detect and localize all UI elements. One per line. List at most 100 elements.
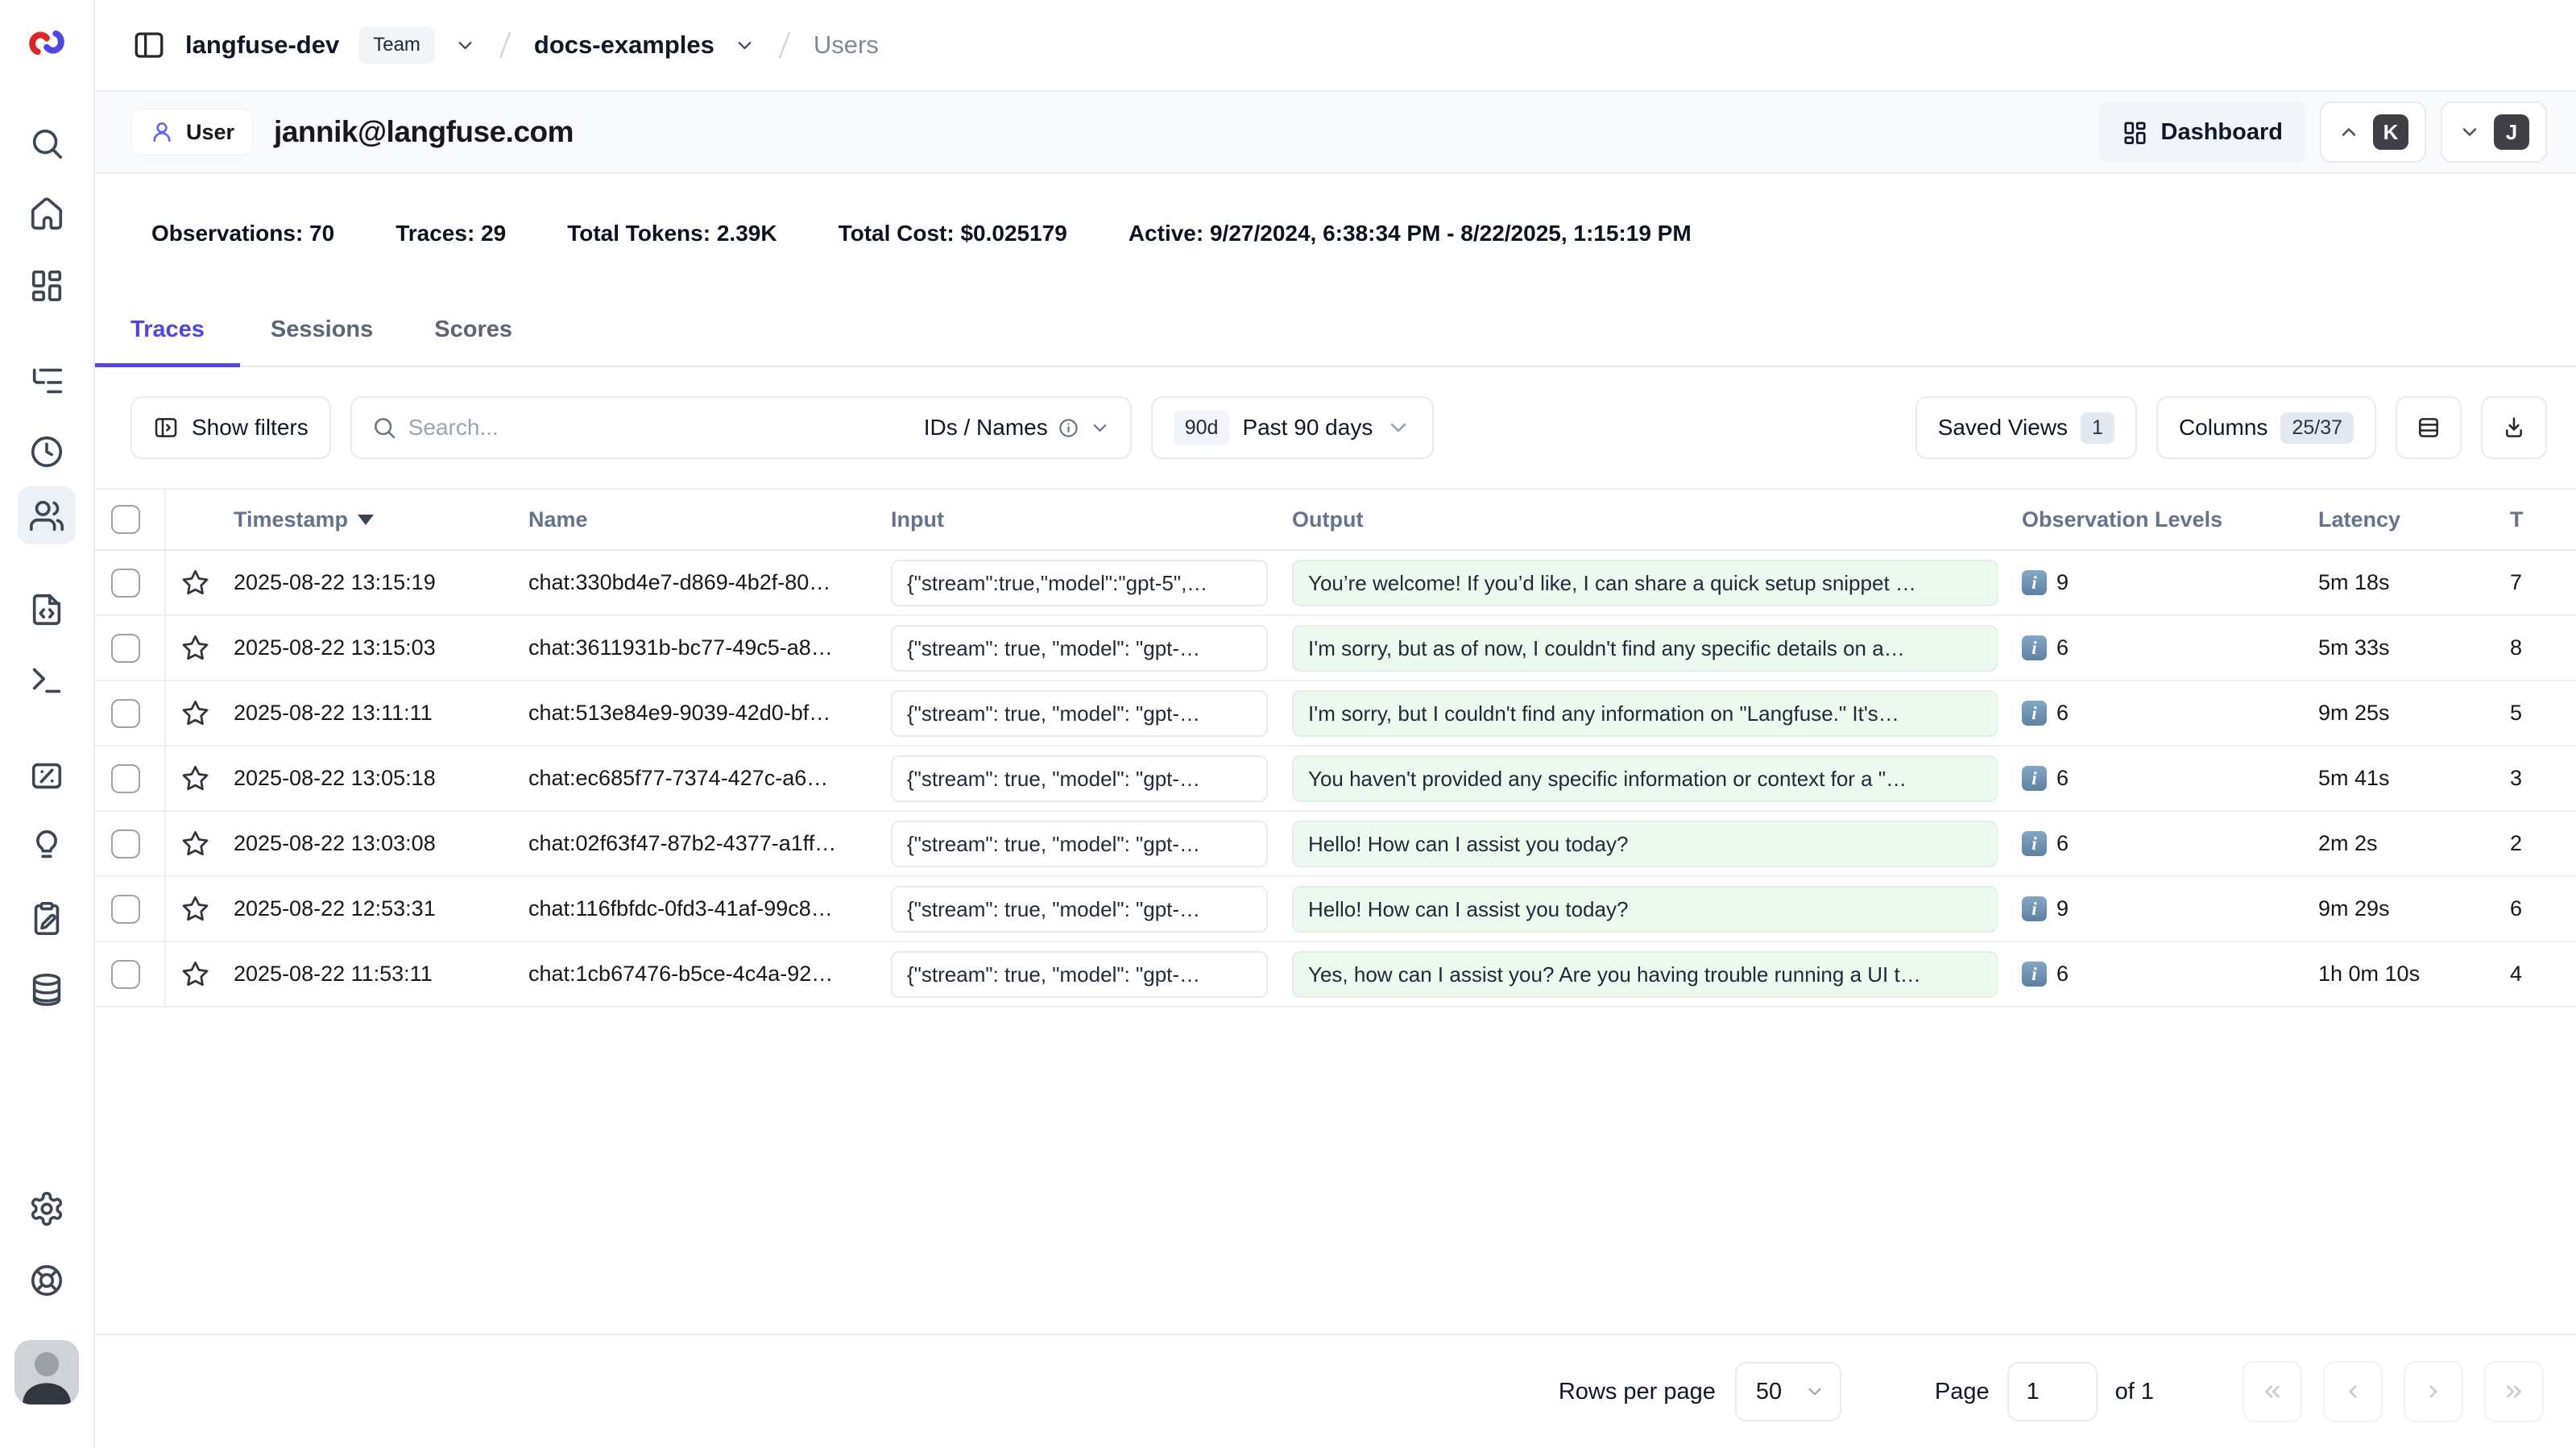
org-switcher-chevron[interactable] [454, 35, 476, 56]
next-page-button[interactable] [2404, 1361, 2463, 1422]
output-preview: You’re welcome! If you’d like, I can sha… [1292, 560, 1998, 606]
bookmark-star-button[interactable] [166, 894, 224, 924]
cell-input[interactable]: {"stream": true, "model": "gpt-… [881, 755, 1282, 802]
sidebar-item-search[interactable] [18, 114, 76, 172]
select-all-checkbox[interactable] [111, 505, 140, 534]
sidebar-item-home[interactable] [18, 185, 76, 243]
sidebar-item-sessions[interactable] [18, 423, 76, 481]
bookmark-star-button[interactable] [166, 959, 224, 989]
sidebar-item-judge[interactable] [18, 816, 76, 874]
cell-output[interactable]: You’re welcome! If you’d like, I can sha… [1282, 560, 2012, 606]
table-row[interactable]: 2025-08-22 13:15:19 chat:330bd4e7-d869-4… [95, 551, 2576, 616]
rows-per-page-select[interactable]: 50 [1735, 1362, 1841, 1421]
input-preview: {"stream":true,"model":"gpt-5",… [891, 560, 1268, 606]
sidebar-item-users[interactable] [18, 486, 76, 544]
row-checkbox[interactable] [111, 699, 140, 728]
cell-output[interactable]: Yes, how can I assist you? Are you havin… [1282, 951, 2012, 998]
cell-input[interactable]: {"stream": true, "model": "gpt-… [881, 951, 1282, 998]
sidebar-item-prompts[interactable] [18, 581, 76, 639]
next-user-button[interactable]: J [2441, 101, 2547, 163]
profile-avatar[interactable] [14, 1340, 79, 1405]
row-checkbox[interactable] [111, 829, 140, 858]
row-checkbox[interactable] [111, 569, 140, 598]
breadcrumb-project[interactable]: docs-examples [534, 31, 714, 60]
bookmark-star-button[interactable] [166, 633, 224, 663]
column-header-observation-levels[interactable]: Observation Levels [2012, 507, 2309, 532]
row-height-button[interactable] [2396, 396, 2462, 459]
tab-sessions[interactable]: Sessions [240, 293, 404, 366]
cell-output[interactable]: Hello! How can I assist you today? [1282, 886, 2012, 933]
sidebar-item-support[interactable] [18, 1251, 76, 1309]
columns-button[interactable]: Columns 25/37 [2156, 396, 2376, 459]
table-row[interactable]: 2025-08-22 13:15:03 chat:3611931b-bc77-4… [95, 616, 2576, 681]
cell-output[interactable]: I'm sorry, but I couldn't find any infor… [1282, 690, 2012, 737]
cell-trace-name[interactable]: chat:1cb67476-b5ce-4c4a-92… [519, 962, 881, 987]
saved-views-button[interactable]: Saved Views 1 [1915, 396, 2137, 459]
bookmark-star-button[interactable] [166, 568, 224, 598]
cell-trace-name[interactable]: chat:ec685f77-7374-427c-a6… [519, 766, 881, 791]
row-checkbox[interactable] [111, 960, 140, 989]
column-header-timestamp[interactable]: Timestamp [224, 507, 519, 532]
table-row[interactable]: 2025-08-22 13:05:18 chat:ec685f77-7374-4… [95, 747, 2576, 812]
tab-traces[interactable]: Traces [95, 293, 240, 366]
row-checkbox[interactable] [111, 764, 140, 793]
bookmark-star-button[interactable] [166, 763, 224, 793]
page-number-input[interactable] [2007, 1362, 2098, 1421]
cell-trace-name[interactable]: chat:3611931b-bc77-49c5-a8… [519, 635, 881, 660]
row-checkbox[interactable] [111, 895, 140, 924]
cell-trace-name[interactable]: chat:116fbfdc-0fd3-41af-99c8… [519, 896, 881, 921]
table-row[interactable]: 2025-08-22 11:53:11 chat:1cb67476-b5ce-4… [95, 942, 2576, 1007]
previous-user-button[interactable]: K [2320, 101, 2426, 163]
cell-tokens-clipped: 4 [2500, 962, 2576, 987]
date-range-selector[interactable]: 90d Past 90 days [1151, 396, 1435, 459]
sidebar-item-dashboards[interactable] [18, 256, 76, 314]
info-level-count: 6 [2056, 962, 2069, 987]
column-header-name[interactable]: Name [519, 507, 881, 532]
row-checkbox[interactable] [111, 634, 140, 663]
sidebar-item-settings[interactable] [18, 1180, 76, 1238]
sidebar-item-playground[interactable] [18, 652, 76, 710]
keyboard-key-k: K [2373, 114, 2408, 150]
column-header-output[interactable]: Output [1282, 507, 2012, 532]
sidebar-item-evaluation[interactable] [18, 747, 76, 805]
bookmark-star-button[interactable] [166, 829, 224, 858]
cell-output[interactable]: I'm sorry, but as of now, I couldn't fin… [1282, 625, 2012, 672]
column-header-latency[interactable]: Latency [2309, 507, 2500, 532]
first-page-button[interactable] [2243, 1361, 2302, 1422]
search-scope-selector[interactable]: IDs / Names [924, 415, 1111, 441]
export-button[interactable] [2481, 396, 2547, 459]
sidebar-toggle-button[interactable] [132, 28, 166, 62]
table-row[interactable]: 2025-08-22 13:03:08 chat:02f63f47-87b2-4… [95, 812, 2576, 877]
bookmark-star-button[interactable] [166, 698, 224, 728]
cell-trace-name[interactable]: chat:513e84e9-9039-42d0-bf… [519, 701, 881, 726]
table-row[interactable]: 2025-08-22 13:11:11 chat:513e84e9-9039-4… [95, 681, 2576, 747]
sidebar-item-tracing[interactable] [18, 352, 76, 410]
tab-scores[interactable]: Scores [404, 293, 543, 366]
star-icon [180, 633, 210, 663]
cell-input[interactable]: {"stream":true,"model":"gpt-5",… [881, 560, 1282, 606]
show-filters-button[interactable]: Show filters [130, 396, 331, 459]
sidebar-item-annotation[interactable] [18, 889, 76, 947]
last-page-button[interactable] [2484, 1361, 2544, 1422]
search-input[interactable] [408, 415, 913, 441]
cell-output[interactable]: Hello! How can I assist you today? [1282, 821, 2012, 867]
gear-icon [28, 1190, 65, 1227]
sidebar-item-datasets[interactable] [18, 961, 76, 1019]
cell-output[interactable]: You haven't provided any specific inform… [1282, 755, 2012, 802]
row-checkbox-cell [95, 551, 166, 614]
project-switcher-chevron[interactable] [734, 35, 756, 56]
chevron-down-icon [2458, 121, 2481, 143]
dashboard-button[interactable]: Dashboard [2099, 101, 2305, 163]
cell-input[interactable]: {"stream": true, "model": "gpt-… [881, 690, 1282, 737]
row-checkbox-cell [95, 747, 166, 810]
cell-trace-name[interactable]: chat:02f63f47-87b2-4377-a1ff… [519, 831, 881, 856]
cell-input[interactable]: {"stream": true, "model": "gpt-… [881, 886, 1282, 933]
cell-input[interactable]: {"stream": true, "model": "gpt-… [881, 625, 1282, 672]
cell-input[interactable]: {"stream": true, "model": "gpt-… [881, 821, 1282, 867]
previous-page-button[interactable] [2323, 1361, 2383, 1422]
column-header-tokens-clipped[interactable]: T [2500, 507, 2576, 532]
cell-trace-name[interactable]: chat:330bd4e7-d869-4b2f-80… [519, 570, 881, 595]
breadcrumb-org[interactable]: langfuse-dev [185, 31, 339, 60]
table-row[interactable]: 2025-08-22 12:53:31 chat:116fbfdc-0fd3-4… [95, 877, 2576, 942]
column-header-input[interactable]: Input [881, 507, 1282, 532]
